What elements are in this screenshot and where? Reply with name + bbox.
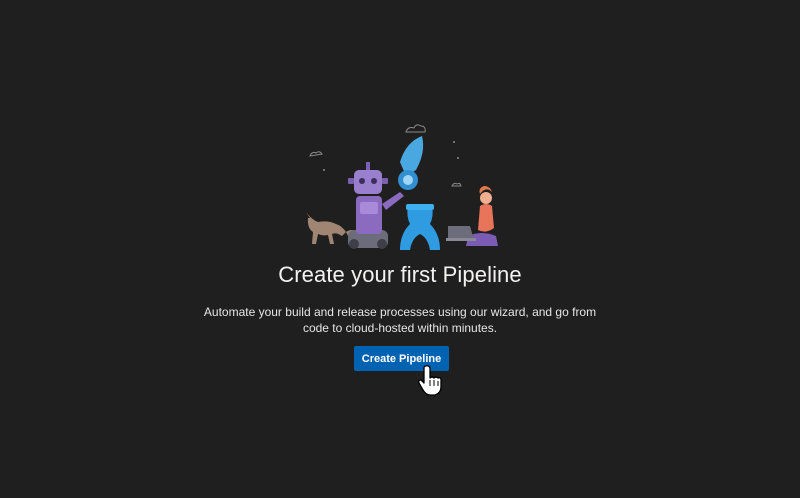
page-title: Create your first Pipeline <box>278 262 522 287</box>
pipelines-empty-state: Create your first Pipeline Automate your… <box>0 0 800 498</box>
empty-state-description: Automate your build and release processe… <box>203 305 597 335</box>
hand-pointer-icon <box>418 365 442 396</box>
pipeline-robot-rocket-illustration <box>304 124 498 250</box>
